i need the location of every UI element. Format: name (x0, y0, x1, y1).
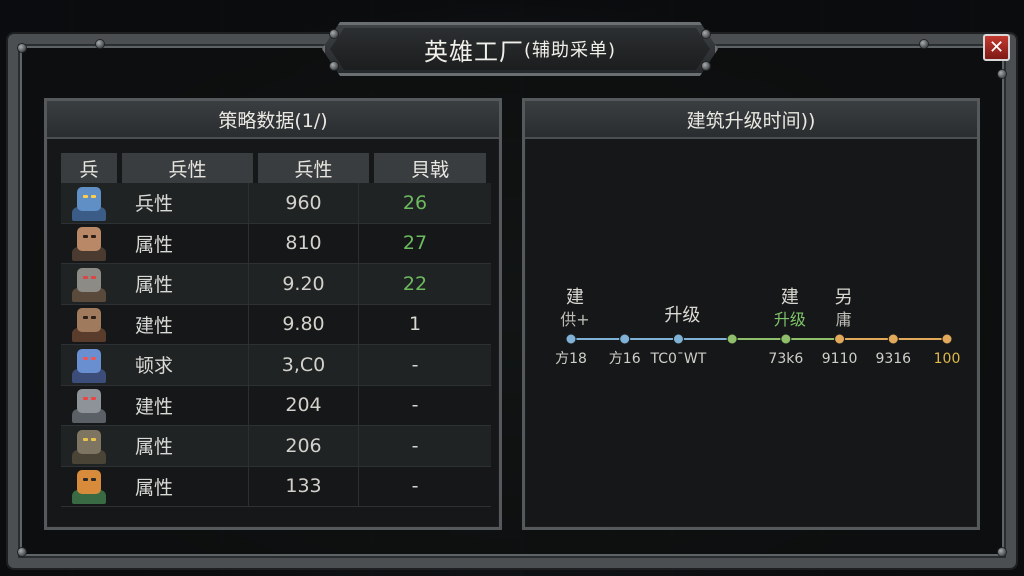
timeline-label: 100 (934, 351, 961, 367)
avatar-cell (61, 305, 117, 345)
timeline-label: 方16 (609, 351, 641, 367)
avatar-cell (61, 264, 117, 304)
timeline-label: TC0ˉWT (650, 351, 707, 367)
avatar-cell (61, 345, 117, 385)
table-row[interactable]: 属性 9.20 22 (61, 264, 491, 305)
hero-name: 属性 (135, 476, 174, 499)
hero-name: 属性 (135, 436, 174, 459)
rivet-icon (702, 30, 710, 38)
hero-value: 9.20 (248, 264, 359, 304)
blue-mech-avatar (69, 347, 109, 383)
timeline-node[interactable] (834, 333, 846, 345)
hero-bonus: 26 (402, 191, 428, 214)
table-header: 兵 兵性 兵性 貝戟 (61, 153, 491, 183)
column-header[interactable]: 貝戟 (374, 153, 486, 183)
table-row[interactable]: 顿求 3,C0 - (61, 345, 491, 386)
rivet-icon (330, 62, 338, 70)
table-row[interactable]: 兵性 960 26 (61, 183, 491, 224)
rivet-icon (18, 548, 26, 556)
hero-bonus: 27 (402, 232, 428, 255)
avatar-cell (61, 183, 117, 223)
timeline-caption: 建 (781, 287, 799, 308)
title-main: 英雄工厂 (423, 37, 524, 66)
timeline-label: 9316 (875, 351, 911, 367)
timeline-caption-sub: 供+ (560, 310, 589, 329)
blue-robot-avatar (69, 185, 109, 221)
timeline-node[interactable] (780, 333, 792, 345)
avatar-cell (61, 386, 117, 426)
scarred-soldier-avatar (69, 306, 109, 343)
rivet-icon (920, 40, 928, 48)
hero-bonus: - (411, 434, 419, 457)
hero-value: 810 (248, 223, 359, 263)
hero-bonus: - (411, 353, 419, 376)
orange-mask-avatar (69, 468, 109, 505)
hero-bonus: 22 (402, 272, 428, 295)
table-row[interactable]: 建性 9.80 1 (61, 304, 491, 345)
timeline-caption: 建 (566, 287, 584, 308)
hero-bonus: - (411, 394, 419, 417)
timeline-caption-sub: 庸 (836, 310, 852, 329)
column-header[interactable]: 兵性 (258, 153, 369, 183)
avatar-cell (61, 426, 117, 466)
hero-name: 兵性 (135, 193, 174, 216)
timeline-node[interactable] (941, 333, 953, 345)
building-upgrade-panel: 建筑升级时间)) 方18 建供+ 方16 TC0ˉWT 升级 73k6 建升级 9110 另庸 9… (522, 98, 980, 530)
hero-bonus: 1 (408, 313, 422, 336)
timeline-label: 方18 (555, 351, 587, 367)
hero-name: 属性 (135, 233, 174, 256)
rivet-icon (96, 40, 104, 48)
timeline-node[interactable] (619, 333, 631, 345)
upgrade-timeline: 方18 建供+ 方16 TC0ˉWT 升级 73k6 建升级 9110 另庸 9316 100 (555, 287, 961, 367)
table-row[interactable]: 建性 204 - (61, 385, 491, 426)
rivet-icon (998, 548, 1006, 556)
hero-value: 133 (248, 466, 359, 506)
timeline-node[interactable] (565, 333, 577, 345)
hero-value: 204 (248, 385, 359, 425)
hero-value: 9.80 (248, 304, 359, 344)
strategy-panel-header: 策略数据(1/) (47, 101, 499, 139)
avatar-cell (61, 224, 117, 264)
window-title: 英雄工厂 (辅助采单) (330, 28, 710, 70)
column-header[interactable]: 兵 (61, 153, 117, 183)
rivet-icon (330, 30, 338, 38)
table-row[interactable]: 属性 133 - (61, 466, 491, 507)
table-row[interactable]: 属性 206 - (61, 426, 491, 467)
hero-value: 206 (248, 426, 359, 466)
title-sub: (辅助采单) (523, 40, 617, 61)
rivet-icon (998, 70, 1006, 78)
grey-robot-avatar (69, 387, 109, 424)
timeline-node[interactable] (672, 333, 684, 345)
timeline-node[interactable] (887, 333, 899, 345)
hero-bonus: - (411, 475, 419, 498)
rivet-icon (702, 62, 710, 70)
hero-name: 属性 (135, 274, 174, 297)
hero-name: 顿求 (135, 355, 174, 378)
hero-name: 建性 (135, 314, 174, 337)
close-icon: ✕ (988, 37, 1005, 58)
avatar-cell (61, 467, 117, 507)
hero-value: 3,C0 (248, 345, 359, 385)
hero-name: 建性 (135, 395, 174, 418)
brown-haired-hero-avatar (69, 225, 109, 262)
rivet-icon (18, 44, 26, 52)
wolf-mask-avatar (69, 266, 109, 302)
strategy-data-panel: 策略数据(1/) 兵 兵性 兵性 貝戟 兵性 960 26 属性 810 27 … (44, 98, 502, 530)
timeline-caption-sub: 升级 (774, 310, 806, 329)
timeline-label: 9110 (822, 351, 858, 367)
goblin-avatar (69, 428, 109, 464)
timeline-caption: 另 (835, 287, 853, 308)
close-button[interactable]: ✕ (983, 34, 1010, 61)
timeline-caption: 升级 (664, 305, 700, 326)
timeline-node[interactable] (726, 333, 738, 345)
column-header[interactable]: 兵性 (122, 153, 253, 183)
table-body: 兵性 960 26 属性 810 27 属性 9.20 22 建性 9.80 1… (61, 183, 491, 507)
hero-value: 960 (248, 183, 359, 223)
timeline-label: 73k6 (768, 351, 803, 367)
hero-table: 兵 兵性 兵性 貝戟 兵性 960 26 属性 810 27 属性 9.20 2… (61, 153, 491, 507)
table-row[interactable]: 属性 810 27 (61, 223, 491, 264)
